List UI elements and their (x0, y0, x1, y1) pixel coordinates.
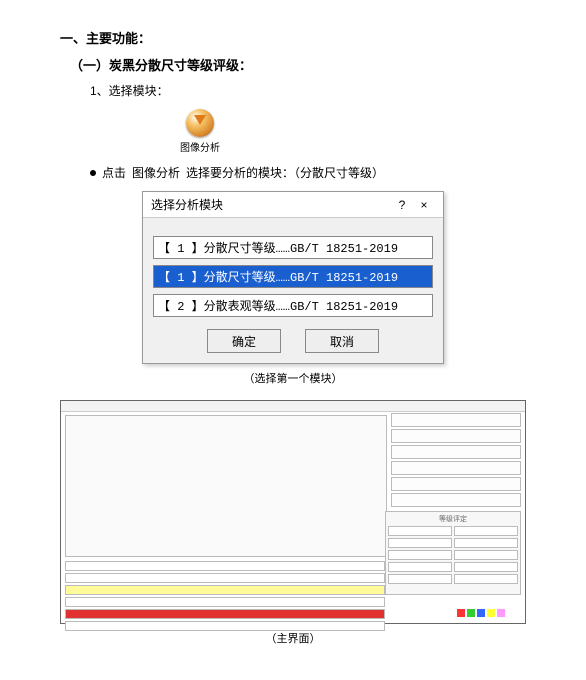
help-button[interactable]: ? (391, 198, 413, 212)
chip[interactable] (388, 526, 452, 536)
chip[interactable] (388, 574, 452, 584)
color-legend (457, 609, 505, 617)
current-module-display: 【 1 】分散尺寸等级……GB/T 18251-2019 (153, 236, 433, 259)
step-1: 1、选择模块： (90, 82, 526, 99)
field[interactable] (391, 445, 521, 459)
module-option-1[interactable]: 【 1 】分散尺寸等级……GB/T 18251-2019 (153, 265, 433, 288)
mainui-grade-panel: 等级评定 (385, 511, 521, 595)
close-button[interactable]: × (413, 198, 435, 212)
chip[interactable] (454, 574, 518, 584)
text-icon-ref: 图像分析 (132, 164, 180, 181)
mainui-right-fields (391, 413, 521, 507)
cancel-button[interactable]: 取消 (305, 329, 379, 353)
toolbar-icon-example: 图像分析 (180, 109, 220, 154)
dialog-titlebar: 选择分析模块 ? × (143, 192, 443, 218)
module-select-dialog: 选择分析模块 ? × 【 1 】分散尺寸等级……GB/T 18251-2019 … (142, 191, 444, 364)
analysis-icon-label: 图像分析 (180, 139, 220, 154)
module-option-2[interactable]: 【 2 】分散表观等级……GB/T 18251-2019 (153, 294, 433, 317)
strip-highlight (65, 585, 385, 595)
strip (65, 597, 385, 607)
mainui-canvas (65, 415, 387, 557)
field[interactable] (391, 461, 521, 475)
text-suffix: 选择要分析的模块：（分散尺寸等级） (186, 164, 384, 181)
legend-red (457, 609, 465, 617)
strip (65, 573, 385, 583)
panel-title: 等级评定 (388, 514, 518, 524)
field[interactable] (391, 493, 521, 507)
mainui-titlebar (61, 401, 525, 412)
legend-yellow (487, 609, 495, 617)
analysis-icon (186, 109, 214, 137)
main-ui-screenshot: 等级评定 (60, 400, 526, 624)
legend-pink (497, 609, 505, 617)
field[interactable] (391, 413, 521, 427)
mainui-bottom-strips (65, 561, 385, 631)
chip[interactable] (454, 526, 518, 536)
heading-sub: （一）炭黑分散尺寸等级评级： (70, 55, 526, 74)
caption-mainui: （主界面） (60, 630, 526, 646)
text-prefix: 点击 (102, 164, 126, 181)
bullet-icon (90, 170, 96, 176)
ok-button[interactable]: 确定 (207, 329, 281, 353)
instruction-line: 点击 图像分析 选择要分析的模块：（分散尺寸等级） (90, 164, 526, 181)
dialog-title: 选择分析模块 (151, 196, 223, 213)
chip[interactable] (388, 550, 452, 560)
heading-main: 一、主要功能： (60, 28, 526, 47)
strip (65, 561, 385, 571)
legend-green (467, 609, 475, 617)
strip (65, 621, 385, 631)
field[interactable] (391, 477, 521, 491)
caption-dialog: （选择第一个模块） (60, 370, 526, 386)
chip[interactable] (454, 538, 518, 548)
field[interactable] (391, 429, 521, 443)
strip-alert (65, 609, 385, 619)
legend-blue (477, 609, 485, 617)
chip[interactable] (388, 538, 452, 548)
chip[interactable] (454, 550, 518, 560)
